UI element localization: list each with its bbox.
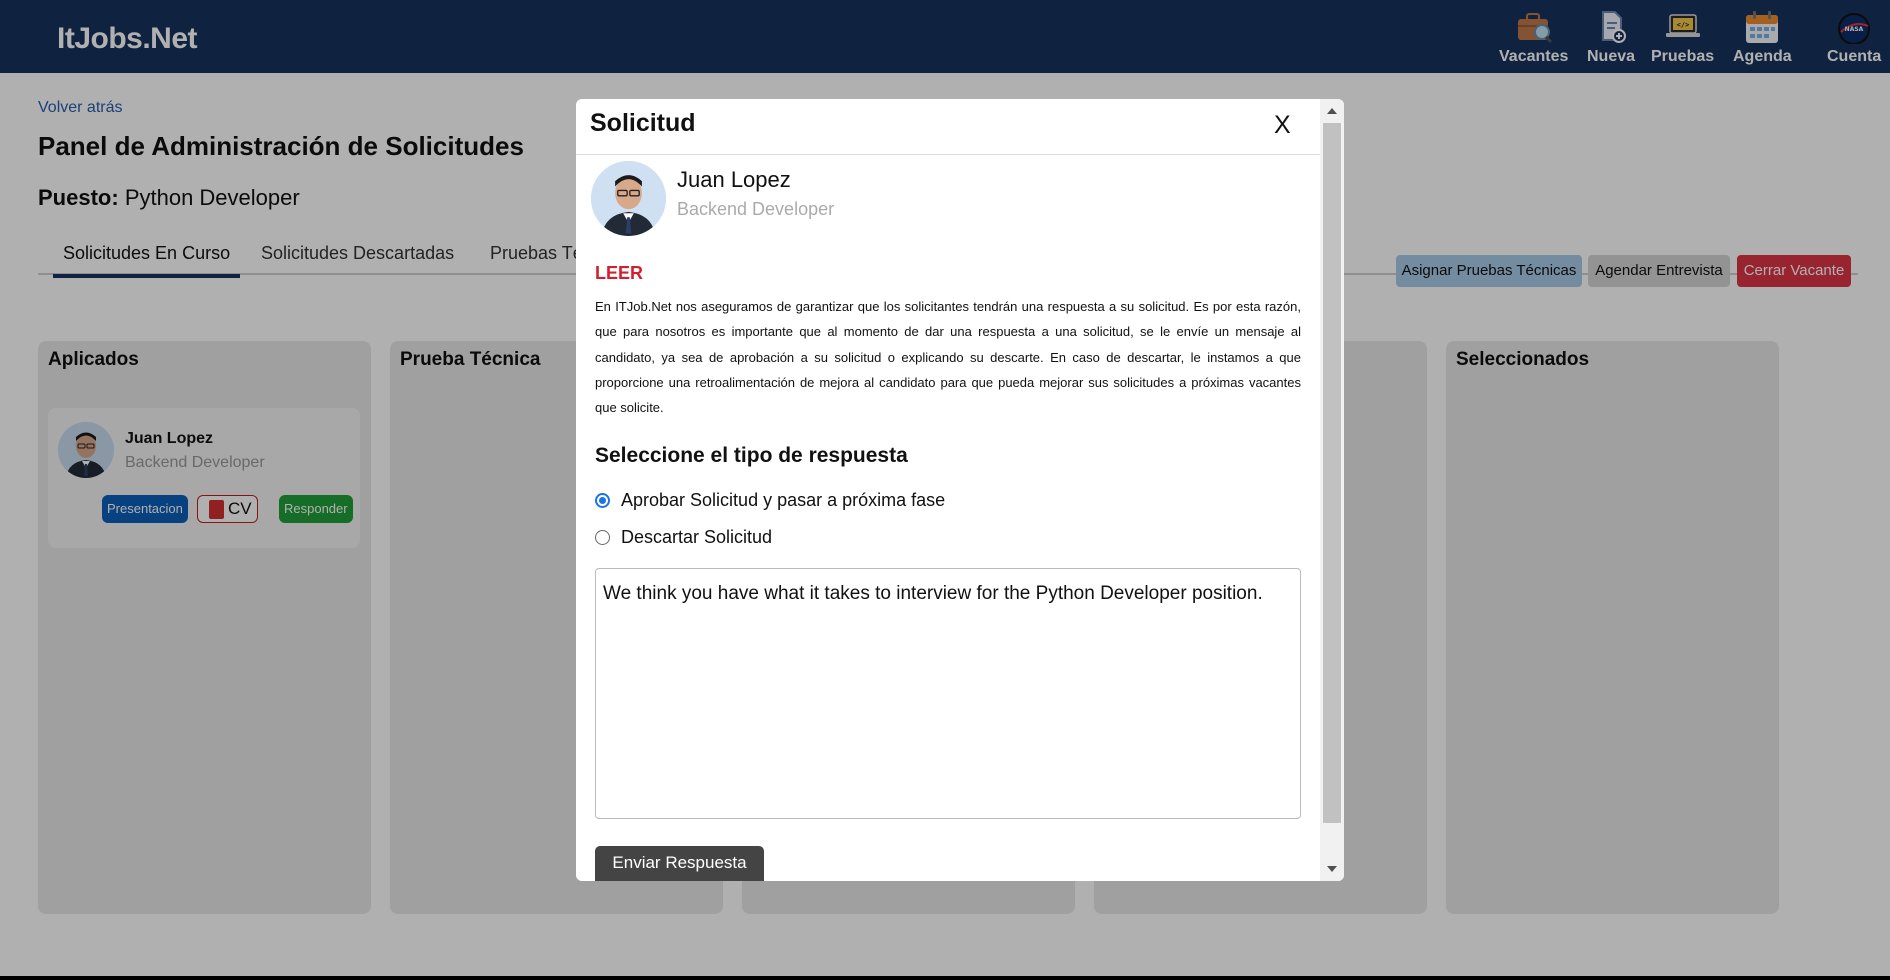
close-button[interactable]: X bbox=[1274, 111, 1291, 140]
scroll-down-arrow-icon[interactable] bbox=[1320, 857, 1344, 881]
applicant-role: Backend Developer bbox=[677, 199, 835, 219]
discard-label[interactable]: Descartar Solicitud bbox=[621, 527, 772, 548]
modal-scrollbar[interactable] bbox=[1320, 99, 1344, 881]
scroll-up-arrow-icon[interactable] bbox=[1320, 99, 1344, 123]
response-message-textarea[interactable]: We think you have what it takes to inter… bbox=[595, 568, 1301, 819]
solicitud-modal: Solicitud X Juan Lopez Backend Developer… bbox=[576, 99, 1344, 881]
response-type-title: Seleccione el tipo de respuesta bbox=[595, 444, 908, 467]
modal-title: Solicitud bbox=[590, 109, 696, 137]
modal-header: Solicitud X bbox=[576, 99, 1320, 155]
read-heading: LEER bbox=[595, 263, 644, 283]
approve-radio[interactable] bbox=[595, 493, 610, 508]
scroll-thumb[interactable] bbox=[1323, 123, 1341, 823]
send-response-button[interactable]: Enviar Respuesta bbox=[595, 846, 764, 881]
applicant-name: Juan Lopez bbox=[677, 167, 791, 192]
discard-radio[interactable] bbox=[595, 530, 610, 545]
applicant-avatar bbox=[591, 161, 666, 236]
approve-label[interactable]: Aprobar Solicitud y pasar a próxima fase bbox=[621, 490, 945, 511]
notice-text: En ITJob.Net nos aseguramos de garantiza… bbox=[595, 299, 1301, 416]
